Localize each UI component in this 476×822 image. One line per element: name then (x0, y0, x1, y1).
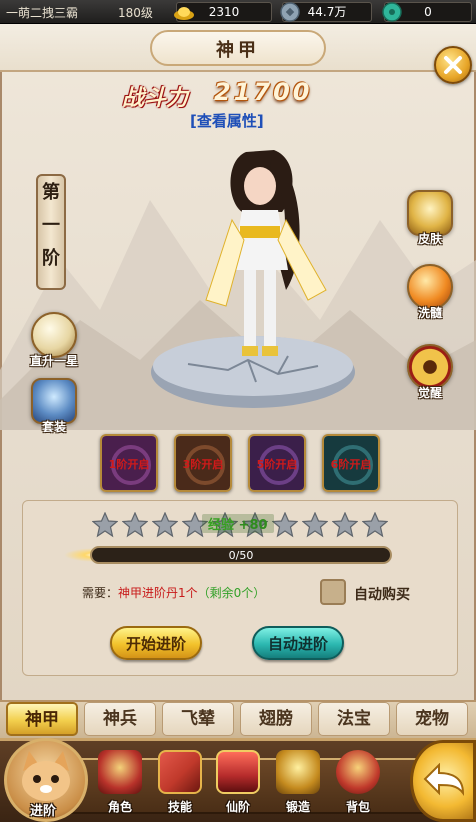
back-button[interactable] (410, 740, 476, 822)
character-figure (205, 150, 327, 356)
star-icon (302, 512, 328, 538)
exp-label: 经验 (208, 518, 235, 533)
coin-icon (280, 2, 300, 22)
material-slot-2-label: 3阶开启 (182, 458, 224, 471)
back-arrow-icon (423, 763, 465, 796)
skin-button[interactable]: 皮肤 (400, 190, 460, 247)
player-level: 180级 (118, 6, 153, 20)
nav-forge-label: 锻造 (285, 800, 310, 814)
pet-advance-label: 进阶 (30, 804, 57, 819)
tab-shenbing[interactable]: 神兵 (84, 702, 156, 736)
requirement-remaining: （剩余0个） (197, 586, 266, 600)
gold-value: 2310 (208, 5, 240, 19)
material-slot-4-label: 6阶开启 (330, 458, 372, 471)
auto-advance-button[interactable]: 自动进阶 (252, 626, 344, 660)
tab-feinian[interactable]: 飞辇 (162, 702, 234, 736)
material-slot-3[interactable]: 5阶开启 (248, 434, 306, 492)
exp-gain: +80 (238, 518, 268, 533)
anvil-icon (276, 750, 320, 794)
requirement-item: 神甲进阶丹1个 (118, 586, 198, 600)
view-attributes-link[interactable]: [查看属性] (190, 110, 264, 131)
book-icon (158, 750, 202, 794)
auto-buy-label: 自动购买 (354, 587, 410, 603)
requirement-text: 需要：神甲进阶丹1个（剩余0个） (82, 584, 265, 601)
nav-bag-label: 背包 (345, 800, 370, 814)
auto-buy-checkbox[interactable] (320, 579, 346, 605)
star-icon (92, 512, 118, 538)
tab-chongwu[interactable]: 宠物 (396, 702, 468, 736)
awaken-button[interactable]: 觉醒 (400, 344, 460, 401)
requirement-prefix: 需要： (82, 586, 119, 600)
stage-char-3: 阶 (42, 248, 60, 269)
stage-char-1: 第 (42, 182, 60, 203)
jade-value: 0 (424, 5, 432, 19)
close-button[interactable] (434, 46, 472, 84)
combat-power-value: 21700 (214, 78, 313, 106)
nav-immortal-rank-label: 仙阶 (225, 800, 250, 814)
material-slot-1-label: 1阶开启 (108, 458, 150, 471)
gold-ingot-icon (174, 7, 194, 20)
suit-button[interactable]: 套装 (24, 378, 84, 435)
nav-role-label: 角色 (107, 800, 132, 814)
awaken-label: 觉醒 (417, 386, 442, 400)
stage-badge: 第 一 阶 (36, 174, 66, 290)
skin-label: 皮肤 (417, 232, 442, 246)
nav-forge[interactable]: 锻造 (270, 750, 326, 820)
combat-power: 战斗力 21700 (110, 78, 360, 112)
refine-button[interactable]: 洗髓 (400, 264, 460, 321)
bag-icon (336, 750, 380, 794)
nav-role[interactable]: 角色 (92, 750, 148, 820)
combat-power-label: 战斗力 (122, 86, 189, 111)
tab-fabao[interactable]: 法宝 (318, 702, 390, 736)
silver-counter[interactable]: 44.7万 (280, 2, 372, 22)
stage-char-2: 一 (42, 215, 60, 236)
gold-counter[interactable]: 2310 (174, 2, 272, 22)
page-title: 神甲 (216, 40, 260, 61)
nav-skill[interactable]: 技能 (152, 750, 208, 820)
nav-bag[interactable]: 背包 (330, 750, 386, 820)
exp-gain-tip: 经验 +80 (202, 514, 274, 533)
exp-progress-bar: 0/50 (90, 546, 392, 564)
direct-star-up-label: 直升一星 (29, 354, 78, 368)
star-icon (152, 512, 178, 538)
suit-label: 套装 (41, 420, 66, 434)
direct-star-up-button[interactable]: 直升一星 (24, 312, 84, 369)
close-icon (444, 56, 462, 74)
refine-label: 洗髓 (417, 306, 442, 320)
player-name: 一萌二拽三霸 (6, 6, 79, 20)
nav-immortal-rank[interactable]: 仙阶 (210, 750, 266, 820)
material-slot-1[interactable]: 1阶开启 (100, 434, 158, 492)
star-icon (272, 512, 298, 538)
star-icon (122, 512, 148, 538)
silver-value: 44.7万 (307, 5, 347, 19)
exp-progress-text: 0/50 (228, 549, 254, 562)
tab-shenjia[interactable]: 神甲 (6, 702, 78, 736)
helmet-icon (98, 750, 142, 794)
material-slot-4[interactable]: 6阶开启 (322, 434, 380, 492)
tab-chibang[interactable]: 翅膀 (240, 702, 312, 736)
material-slot-3-label: 5阶开启 (256, 458, 298, 471)
star-icon (332, 512, 358, 538)
start-advance-button[interactable]: 开始进阶 (110, 626, 202, 660)
top-status-bar: 一萌二拽三霸 180级 2310 44.7万 0 (0, 0, 476, 24)
material-slot-2[interactable]: 3阶开启 (174, 434, 232, 492)
star-icon (362, 512, 388, 538)
jade-icon (382, 2, 402, 22)
jade-counter[interactable]: 0 (382, 2, 472, 22)
immortal-seal-icon (216, 750, 260, 794)
nav-skill-label: 技能 (167, 800, 192, 814)
